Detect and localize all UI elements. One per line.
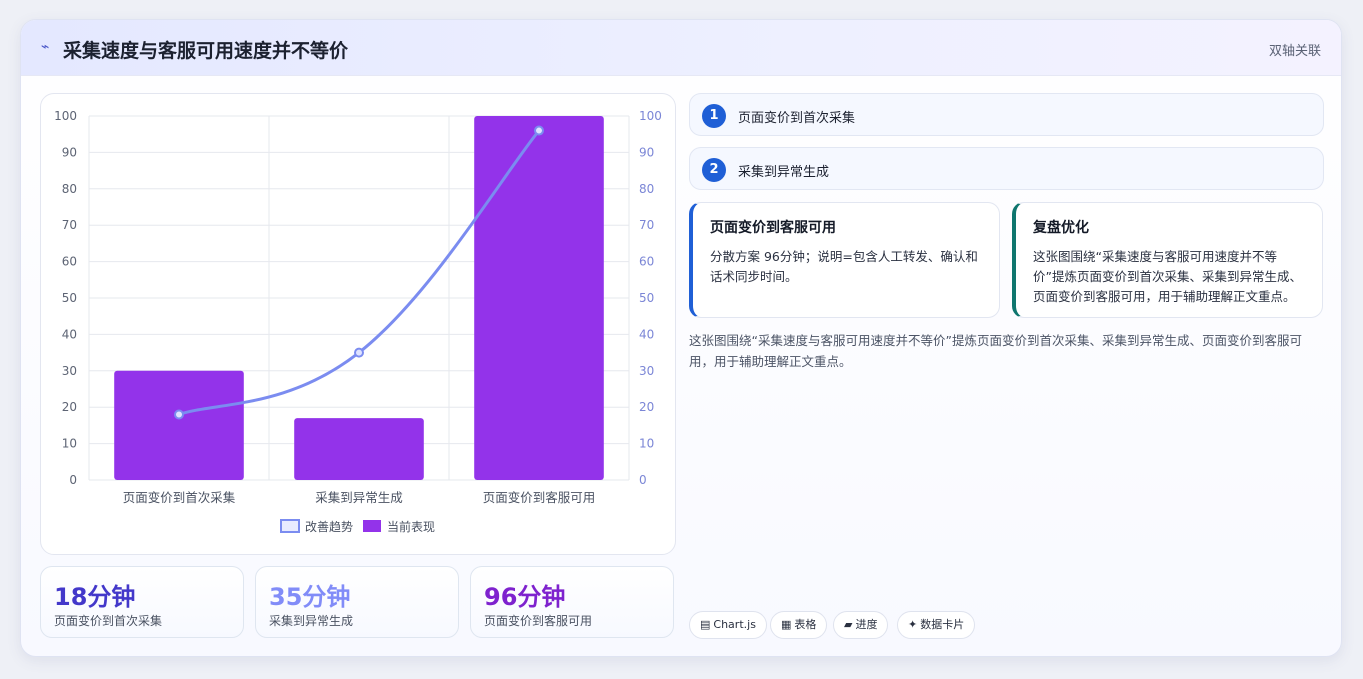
y-tick-label: 60 (62, 255, 77, 269)
y2-tick-label: 50 (639, 291, 654, 305)
card-header: ⌁ 采集速度与客服可用速度并不等价 双轴关联 (21, 20, 1341, 76)
y2-tick-label: 70 (639, 218, 654, 232)
step-number: 2 (702, 158, 726, 182)
stat-card-3: 96分钟 页面变价到客服可用 (470, 566, 674, 638)
stat-card-2: 35分钟 采集到异常生成 (255, 566, 459, 638)
trend-icon: ⌁ (41, 39, 50, 55)
table-icon: ▦ (781, 618, 792, 631)
chart-panel: 0 0 10 10 20 20 30 30 40 40 50 50 60 60 70 70 80 80 90 90 10… (40, 93, 676, 555)
dual-axis-chart: 0 0 10 10 20 20 30 30 40 40 50 50 60 60 70 70 80 80 90 90 10… (54, 109, 662, 534)
y-tick-label: 20 (62, 400, 77, 414)
chip-label: 数据卡片 (920, 618, 965, 631)
main-card: ⌁ 采集速度与客服可用速度并不等价 双轴关联 0 0 10 10 20 20 30 30 40 4… (20, 19, 1342, 657)
y2-tick-label: 40 (639, 327, 654, 341)
trend-point (174, 409, 184, 420)
y2-tick-label: 80 (639, 182, 654, 196)
progress-icon: ▰ (844, 618, 853, 631)
chip-progress[interactable]: ▰ 进度 (833, 611, 889, 639)
chip-label: 表格 (794, 618, 817, 631)
legend-label: 改善趋势 (305, 519, 353, 534)
y-tick-label: 50 (62, 291, 77, 305)
x-tick-label: 页面变价到客服可用 (483, 490, 596, 505)
step-item-1[interactable]: 1 页面变价到首次采集 (689, 93, 1324, 136)
page-title: 采集速度与客服可用速度并不等价 (63, 40, 349, 62)
y2-tick-label: 100 (639, 109, 662, 123)
y-tick-label: 70 (62, 218, 77, 232)
y2-tick-label: 0 (639, 473, 647, 487)
info-card-title: 页面变价到客服可用 (710, 220, 836, 236)
step-label: 页面变价到首次采集 (738, 111, 856, 126)
info-card-body: 这张图围绕“采集速度与客服可用速度并不等价”提炼页面变价到首次采集、采集到异常生… (1033, 249, 1302, 304)
trend-point (534, 125, 544, 136)
bar (294, 418, 424, 480)
description-text: 这张图围绕“采集速度与客服可用速度并不等价”提炼页面变价到首次采集、采集到异常生… (689, 333, 1302, 369)
sparkle-icon: ✦ (908, 618, 918, 631)
info-card-customer: 页面变价到客服可用 分散方案 96分钟；说明=包含人工转发、确认和话术同步时间。 (689, 202, 1000, 318)
y-tick-label: 30 (62, 364, 77, 378)
stat-label: 页面变价到首次采集 (54, 614, 163, 628)
y-tick-label: 80 (62, 182, 77, 196)
step-item-2[interactable]: 2 采集到异常生成 (689, 147, 1324, 190)
y-tick-label: 10 (62, 437, 77, 451)
y-tick-label: 0 (69, 473, 77, 487)
chip-chartjs[interactable]: ▤ Chart.js (689, 611, 767, 639)
y2-tick-label: 30 (639, 364, 654, 378)
y2-tick-label: 10 (639, 437, 654, 451)
legend-swatch-bar (363, 520, 381, 532)
step-label: 采集到异常生成 (738, 165, 830, 180)
y2-tick-label: 20 (639, 400, 654, 414)
stat-label: 页面变价到客服可用 (484, 614, 593, 628)
stat-label: 采集到异常生成 (269, 614, 354, 628)
legend-label: 当前表现 (387, 519, 435, 534)
y-tick-label: 40 (62, 327, 77, 341)
bar (474, 116, 604, 480)
chip-label: Chart.js (713, 618, 756, 631)
header-tag: 双轴关联 (1268, 44, 1321, 59)
stat-value: 35分钟 (269, 583, 351, 611)
trend-point (354, 347, 364, 358)
chip-data-card[interactable]: ✦ 数据卡片 (897, 611, 976, 639)
stat-value: 18分钟 (54, 583, 136, 611)
y2-tick-label: 60 (639, 255, 654, 269)
legend-swatch-line (280, 519, 300, 533)
x-tick-label: 页面变价到首次采集 (123, 490, 236, 505)
y-tick-label: 100 (54, 109, 77, 123)
chip-label: 进度 (855, 618, 878, 631)
chart-icon: ▤ (700, 618, 711, 631)
info-card-title: 复盘优化 (1033, 220, 1089, 236)
step-number: 1 (702, 104, 726, 128)
stat-value: 96分钟 (484, 583, 566, 611)
bar (114, 370, 244, 480)
info-card-body: 分散方案 96分钟；说明=包含人工转发、确认和话术同步时间。 (710, 249, 978, 284)
y-tick-label: 90 (62, 145, 77, 159)
x-tick-label: 采集到异常生成 (315, 490, 403, 505)
y2-tick-label: 90 (639, 145, 654, 159)
info-card-review: 复盘优化 这张图围绕“采集速度与客服可用速度并不等价”提炼页面变价到首次采集、采… (1012, 202, 1323, 318)
stat-card-1: 18分钟 页面变价到首次采集 (40, 566, 244, 638)
chip-table[interactable]: ▦ 表格 (770, 611, 828, 639)
